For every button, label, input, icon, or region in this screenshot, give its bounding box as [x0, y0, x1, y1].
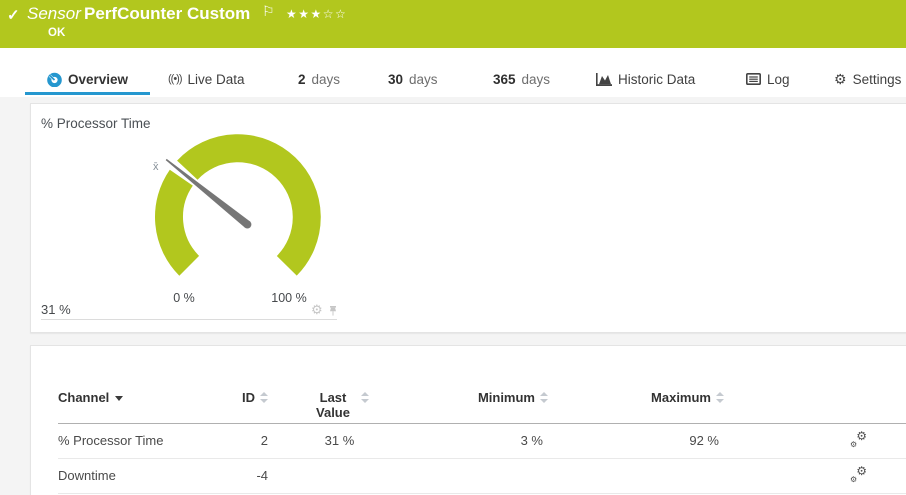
column-header-id-label: ID: [242, 390, 255, 405]
channel-minimum-cell: 3 %: [411, 423, 548, 458]
tab-log-label: Log: [767, 72, 790, 87]
gauge-settings-gear-icon[interactable]: ⚙: [311, 302, 323, 318]
column-header-channel-label: Channel: [58, 390, 109, 405]
channel-settings-icon[interactable]: ⚙ ⚙: [850, 431, 867, 448]
object-kind-label: Sensor: [27, 4, 81, 24]
column-header-minimum-label: Minimum: [478, 390, 535, 405]
channel-name-cell[interactable]: % Processor Time: [58, 423, 208, 458]
tab-historic-data-label: Historic Data: [618, 72, 695, 87]
channel-id-cell: 2: [208, 423, 268, 458]
table-row: % Processor Time 2 31 % 3 % 92 % ⚙ ⚙: [58, 423, 906, 458]
log-list-icon: [746, 73, 761, 85]
table-header-row: Channel ID Last Value Minimum Maximum: [58, 374, 906, 423]
active-tab-indicator: [25, 92, 150, 96]
tab-settings[interactable]: ⚙ Settings: [834, 48, 901, 97]
channel-settings-icon[interactable]: ⚙ ⚙: [850, 466, 867, 483]
column-header-last-value[interactable]: Last Value: [268, 374, 411, 423]
tab-2-days-word: days: [312, 72, 341, 87]
tab-historic-data[interactable]: Historic Data: [596, 48, 695, 97]
tab-365-days[interactable]: 365 days: [493, 48, 550, 97]
channel-maximum-cell: [548, 458, 724, 493]
channel-name-cell[interactable]: Downtime: [58, 458, 208, 493]
channel-last-value-cell: 31 %: [268, 423, 411, 458]
column-header-last-value-label: Last Value: [310, 390, 356, 420]
channel-minimum-cell: [411, 458, 548, 493]
gauge-icon: [47, 72, 62, 87]
settings-gear-icon: ⚙: [834, 72, 847, 86]
gauge-title: % Processor Time: [41, 116, 151, 131]
column-header-maximum-label: Maximum: [651, 390, 711, 405]
tab-overview-label: Overview: [68, 72, 128, 87]
flag-icon[interactable]: ⚐: [262, 3, 275, 20]
gauge-scale-max: 100 %: [259, 291, 319, 305]
channel-maximum-cell: 92 %: [548, 423, 724, 458]
sensor-status-badge: OK: [48, 27, 65, 39]
tab-2-days[interactable]: 2 days: [298, 48, 340, 97]
channel-id-cell: -4: [208, 458, 268, 493]
tab-overview[interactable]: Overview: [25, 48, 150, 97]
sort-icon: [360, 392, 369, 403]
average-marker: x̄: [153, 161, 159, 173]
column-header-actions: [724, 374, 906, 423]
sort-icon: [259, 392, 268, 403]
column-header-maximum[interactable]: Maximum: [548, 374, 724, 423]
gear-icon: ⚙: [850, 475, 857, 484]
status-check-icon: ✓: [7, 6, 20, 24]
sort-icon: [539, 392, 548, 403]
pin-icon[interactable]: [328, 305, 338, 317]
column-header-id[interactable]: ID: [208, 374, 268, 423]
gear-icon: ⚙: [850, 440, 857, 449]
gauge-scale-min: 0 %: [164, 291, 204, 305]
gear-icon: ⚙: [856, 464, 867, 478]
sensor-name: PerfCounter Custom: [84, 4, 250, 24]
tab-settings-label: Settings: [853, 72, 902, 87]
channel-last-value-cell: [268, 458, 411, 493]
gauge-chart: [31, 104, 906, 334]
gear-icon: ⚙: [856, 429, 867, 443]
table-row: Downtime -4 ⚙ ⚙: [58, 458, 906, 493]
tab-365-days-number: 365: [493, 72, 516, 87]
gauge-needle: [166, 159, 250, 228]
channel-table-panel: Channel ID Last Value Minimum Maximum: [30, 345, 906, 495]
priority-stars[interactable]: ★★★☆☆: [286, 7, 347, 21]
tab-30-days[interactable]: 30 days: [388, 48, 438, 97]
tab-live-data-label: Live Data: [188, 72, 245, 87]
tab-30-days-number: 30: [388, 72, 403, 87]
gauge-panel: % Processor Time x̄ 0 % 100 % 31 % ⚙: [30, 103, 906, 333]
tab-30-days-word: days: [409, 72, 438, 87]
column-header-channel[interactable]: Channel: [58, 374, 208, 423]
area-chart-icon: [596, 73, 612, 86]
live-data-icon: ((•)): [168, 73, 182, 85]
gauge-current-value: 31 %: [41, 302, 71, 317]
tab-2-days-number: 2: [298, 72, 306, 87]
tab-log[interactable]: Log: [746, 48, 790, 97]
sensor-header: ✓ Sensor PerfCounter Custom ⚐ ★★★☆☆ OK: [0, 0, 906, 48]
gauge-footer-divider: [41, 319, 337, 320]
tab-365-days-word: days: [522, 72, 551, 87]
tab-live-data[interactable]: ((•)) Live Data: [168, 48, 245, 97]
sort-icon: [715, 392, 724, 403]
sorted-desc-icon: [115, 396, 123, 401]
channel-table: Channel ID Last Value Minimum Maximum: [58, 374, 906, 494]
column-header-minimum[interactable]: Minimum: [411, 374, 548, 423]
